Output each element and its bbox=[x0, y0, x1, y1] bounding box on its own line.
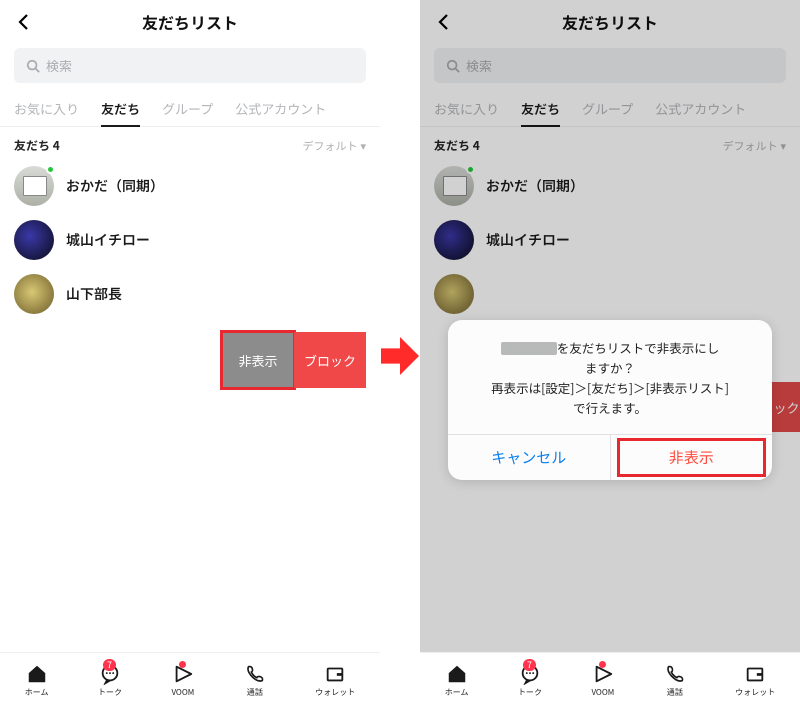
home-icon bbox=[26, 663, 48, 685]
swipe-actions: 非表示 ブロック bbox=[0, 322, 380, 388]
nav-voom[interactable]: VOOM bbox=[591, 663, 614, 698]
avatar bbox=[14, 166, 54, 206]
section-header: 友だち 4 デフォルト ▾ bbox=[420, 127, 800, 160]
confirm-hide-button[interactable]: 非表示 bbox=[611, 435, 773, 480]
section-label: 友だち 4 bbox=[434, 137, 480, 154]
avatar bbox=[434, 274, 474, 314]
sort-button[interactable]: デフォルト ▾ bbox=[302, 138, 366, 154]
friend-name: 城山イチロー bbox=[486, 230, 570, 250]
friend-name: 城山イチロー bbox=[66, 230, 150, 250]
list-item[interactable]: 城山イチロー bbox=[0, 214, 380, 266]
tab-official[interactable]: 公式アカウント bbox=[655, 93, 746, 126]
tab-official[interactable]: 公式アカウント bbox=[235, 93, 326, 126]
sort-button[interactable]: デフォルト ▾ bbox=[722, 138, 786, 154]
phone-left: 友だちリスト 検索 お気に入り 友だち グループ 公式アカウント 友だち 4 デ… bbox=[0, 0, 380, 712]
wallet-icon bbox=[744, 663, 766, 685]
bottom-nav: ホーム 7 トーク VOOM 通話 ウォレット bbox=[0, 652, 380, 712]
tabs: お気に入り 友だち グループ 公式アカウント bbox=[420, 93, 800, 127]
nav-home[interactable]: ホーム bbox=[445, 663, 469, 698]
header: 友だちリスト bbox=[420, 0, 800, 40]
page-title: 友だちリスト bbox=[432, 10, 788, 34]
list-item[interactable]: 城山イチロー bbox=[420, 214, 800, 266]
avatar bbox=[14, 220, 54, 260]
block-button[interactable]: ブロック bbox=[294, 332, 366, 388]
nav-call[interactable]: 通話 bbox=[244, 663, 266, 698]
search-icon bbox=[26, 59, 40, 73]
tab-groups[interactable]: グループ bbox=[582, 93, 633, 126]
search-placeholder: 検索 bbox=[46, 56, 72, 75]
page-title: 友だちリスト bbox=[12, 10, 368, 34]
call-icon bbox=[664, 663, 686, 685]
search-placeholder: 検索 bbox=[466, 56, 492, 75]
list-item[interactable] bbox=[420, 268, 800, 320]
home-icon bbox=[446, 663, 468, 685]
tab-friends[interactable]: 友だち bbox=[101, 93, 140, 126]
section-header: 友だち 4 デフォルト ▾ bbox=[0, 127, 380, 160]
nav-call[interactable]: 通話 bbox=[664, 663, 686, 698]
tabs: お気に入り 友だち グループ 公式アカウント bbox=[0, 93, 380, 127]
phone-right: 友だちリスト 検索 お気に入り 友だち グループ 公式アカウント 友だち 4 デ… bbox=[420, 0, 800, 712]
nav-voom[interactable]: VOOM bbox=[171, 663, 194, 698]
friend-name: おかだ（同期） bbox=[486, 176, 584, 196]
nav-talk[interactable]: 7 トーク bbox=[98, 663, 122, 698]
tab-groups[interactable]: グループ bbox=[162, 93, 213, 126]
bottom-nav: ホーム 7 トーク VOOM 通話 ウォレット bbox=[420, 652, 800, 712]
list-item[interactable]: おかだ（同期） bbox=[0, 160, 380, 212]
header: 友だちリスト bbox=[0, 0, 380, 40]
search-input[interactable]: 検索 bbox=[14, 48, 366, 83]
avatar bbox=[434, 220, 474, 260]
avatar bbox=[14, 274, 54, 314]
online-dot-icon bbox=[466, 165, 475, 174]
friend-list: おかだ（同期） 城山イチロー 山下部長 非表示 ブロック bbox=[0, 160, 380, 652]
friend-name: 山下部長 bbox=[66, 284, 122, 304]
search-icon bbox=[446, 59, 460, 73]
list-item[interactable]: 山下部長 bbox=[0, 268, 380, 320]
cancel-button[interactable]: キャンセル bbox=[448, 435, 611, 480]
friend-name: おかだ（同期） bbox=[66, 176, 164, 196]
nav-wallet[interactable]: ウォレット bbox=[315, 663, 355, 698]
redacted-name bbox=[501, 342, 557, 355]
section-label: 友だち 4 bbox=[14, 137, 60, 154]
hide-button[interactable]: 非表示 bbox=[222, 332, 294, 388]
nav-wallet[interactable]: ウォレット bbox=[735, 663, 775, 698]
dialog-message: を友だちリストで非表示にし ますか？ 再表示は[設定]＞[友だち]＞[非表示リス… bbox=[448, 320, 772, 434]
dialog-buttons: キャンセル 非表示 bbox=[448, 434, 772, 480]
call-icon bbox=[244, 663, 266, 685]
wallet-icon bbox=[324, 663, 346, 685]
tab-favorites[interactable]: お気に入り bbox=[14, 93, 79, 126]
list-item[interactable]: おかだ（同期） bbox=[420, 160, 800, 212]
nav-home[interactable]: ホーム bbox=[25, 663, 49, 698]
search-input[interactable]: 検索 bbox=[434, 48, 786, 83]
confirm-dialog: を友だちリストで非表示にし ますか？ 再表示は[設定]＞[友だち]＞[非表示リス… bbox=[448, 320, 772, 480]
online-dot-icon bbox=[46, 165, 55, 174]
badge: 7 bbox=[103, 659, 116, 671]
nav-talk[interactable]: 7 トーク bbox=[518, 663, 542, 698]
badge: 7 bbox=[523, 659, 536, 671]
arrow-indicator bbox=[380, 0, 420, 712]
avatar bbox=[434, 166, 474, 206]
tab-friends[interactable]: 友だち bbox=[521, 93, 560, 126]
tab-favorites[interactable]: お気に入り bbox=[434, 93, 499, 126]
arrow-right-icon bbox=[381, 332, 419, 380]
